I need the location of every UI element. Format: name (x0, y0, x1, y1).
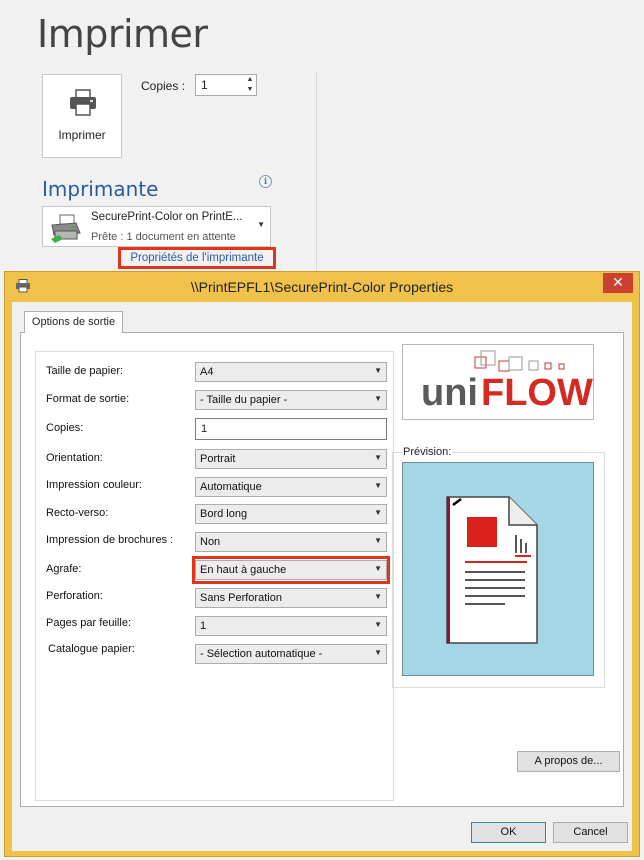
document-preview-icon (446, 496, 538, 644)
printer-properties-link[interactable]: Propriétés de l'imprimante (118, 247, 276, 269)
chevron-down-icon: ▼ (374, 453, 382, 462)
pages-per-sheet-value: 1 (200, 620, 207, 632)
duplex-value: Bord long (200, 508, 248, 520)
color-print-label: Impression couleur: (46, 479, 142, 491)
panel-divider (316, 72, 317, 272)
preview-area (402, 462, 594, 676)
booklet-select[interactable]: Non ▼ (195, 532, 387, 552)
print-button-label: Imprimer (58, 128, 106, 142)
chevron-down-icon: ▼ (374, 536, 382, 545)
pages-per-sheet-select[interactable]: 1 ▼ (195, 616, 387, 636)
logo-text-flow: FLOW (481, 372, 593, 414)
paper-size-value: A4 (200, 366, 214, 378)
chevron-down-icon: ▼ (374, 564, 382, 573)
paper-catalog-value: - Sélection automatique - (200, 648, 323, 660)
copies-stepper[interactable]: 1 ▲ ▼ (195, 74, 257, 96)
perforation-value: Sans Perforation (200, 592, 282, 604)
about-button[interactable]: A propos de... (517, 751, 620, 772)
copies-field-label: Copies: (46, 422, 84, 434)
printer-status: Prête : 1 document en attente (91, 231, 236, 243)
chevron-down-icon: ▼ (374, 592, 382, 601)
duplex-label: Recto-verso: (46, 507, 109, 519)
dropdown-caret-icon: ▼ (257, 220, 265, 229)
color-print-value: Automatique (200, 481, 262, 493)
output-format-select[interactable]: - Taille du papier - ▼ (195, 390, 387, 410)
page-title: Imprimer (37, 12, 208, 56)
orientation-select[interactable]: Portrait ▼ (195, 449, 387, 469)
close-icon: ✕ (612, 274, 624, 290)
ok-button[interactable]: OK (471, 822, 546, 843)
color-print-select[interactable]: Automatique ▼ (195, 477, 387, 497)
logo-text-uni: uni (421, 372, 478, 414)
chevron-down-icon: ▼ (374, 620, 382, 629)
booklet-label: Impression de brochures : (46, 534, 174, 546)
printer-properties-dialog: \\PrintEPFL1\SecurePrint-Color Propertie… (4, 271, 640, 857)
chevron-down-icon: ▼ (374, 394, 382, 403)
chevron-down-icon: ▼ (374, 481, 382, 490)
preview-group: Prévision: (392, 446, 605, 688)
staple-value: En haut à gauche (200, 564, 287, 576)
perforation-label: Perforation: (46, 590, 103, 602)
orientation-label: Orientation: (46, 452, 103, 464)
staple-select[interactable]: En haut à gauche ▼ (195, 560, 387, 580)
decrement-icon[interactable]: ▼ (244, 85, 256, 95)
copies-value: 1 (201, 78, 208, 92)
dialog-title: \\PrintEPFL1\SecurePrint-Color Propertie… (190, 279, 454, 295)
output-format-value: - Taille du papier - (200, 394, 288, 406)
copies-field[interactable]: 1 (195, 418, 387, 440)
copies-field-value: 1 (201, 423, 208, 435)
pages-per-sheet-label: Pages par feuille: (46, 617, 131, 629)
dialog-titlebar[interactable]: \\PrintEPFL1\SecurePrint-Color Propertie… (5, 272, 639, 302)
info-icon[interactable]: i (259, 175, 272, 188)
chevron-down-icon: ▼ (374, 366, 382, 375)
staple-label: Agrafe: (46, 563, 82, 575)
printer-name: SecurePrint-Color on PrintE... (91, 211, 243, 223)
options-group: Taille de papier: A4 ▼ Format de sortie:… (35, 351, 394, 801)
orientation-value: Portrait (200, 453, 236, 465)
close-button[interactable]: ✕ (603, 273, 633, 293)
duplex-select[interactable]: Bord long ▼ (195, 504, 387, 524)
uniflow-logo: uni FLOW (402, 344, 594, 420)
increment-icon[interactable]: ▲ (244, 75, 256, 85)
printer-dropdown[interactable]: SecurePrint-Color on PrintE... Prête : 1… (42, 206, 271, 247)
booklet-value: Non (200, 536, 221, 548)
chevron-down-icon: ▼ (374, 648, 382, 657)
dialog-client: Options de sortie Taille de papier: A4 ▼… (12, 302, 632, 851)
paper-size-select[interactable]: A4 ▼ (195, 362, 387, 382)
paper-catalog-label: Catalogue papier: (48, 643, 135, 655)
print-button[interactable]: Imprimer (42, 74, 122, 158)
copies-label: Copies : (141, 79, 186, 93)
paper-catalog-select[interactable]: - Sélection automatique - ▼ (195, 644, 387, 664)
tab-output-options[interactable]: Options de sortie (24, 311, 123, 333)
paper-size-label: Taille de papier: (46, 365, 124, 377)
output-format-label: Format de sortie: (46, 393, 130, 405)
chevron-down-icon: ▼ (374, 508, 382, 517)
printer-section-title: Imprimante (42, 177, 159, 201)
cancel-button[interactable]: Cancel (553, 822, 628, 843)
printer-icon (49, 213, 83, 248)
printer-icon (68, 89, 98, 122)
tab-panel: Taille de papier: A4 ▼ Format de sortie:… (20, 332, 624, 807)
perforation-select[interactable]: Sans Perforation ▼ (195, 588, 387, 608)
preview-label: Prévision: (402, 446, 453, 458)
